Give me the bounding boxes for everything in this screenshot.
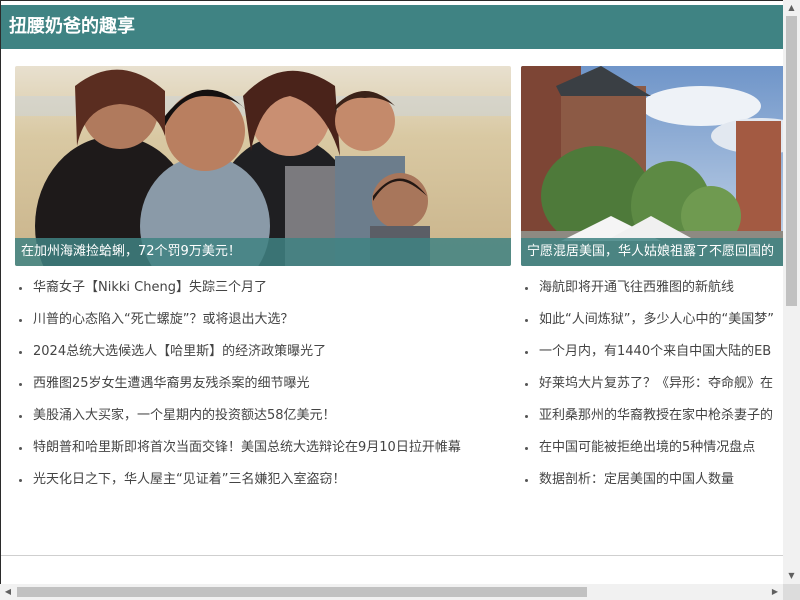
news-list-left: 华裔女子【Nikki Cheng】失踪三个月了 川普的心态陷入“死亡螺旋”？或将…	[17, 278, 517, 502]
list-item[interactable]: 华裔女子【Nikki Cheng】失踪三个月了	[17, 278, 517, 310]
news-list-right: 海航即将开通飞往西雅图的新航线 如此“人间炼狱”，多少人心中的“美国梦” 一个月…	[523, 278, 783, 502]
scrollbar-corner	[783, 584, 800, 600]
list-item[interactable]: 美股涌入大买家，一个星期内的投资额达58亿美元！	[17, 406, 517, 438]
footer-divider	[1, 555, 783, 556]
family-beach-photo	[15, 66, 511, 266]
list-item[interactable]: 亚利桑那州的华裔教授在家中枪杀妻子的	[523, 406, 783, 438]
featured-carousel: 在加州海滩捡蛤蜊，72个罚9万美元！ 宁愿混居美国，华人姑娘祖露了不愿回国的	[15, 66, 783, 266]
bullet-icon	[525, 479, 528, 482]
bullet-icon	[525, 447, 528, 450]
list-item[interactable]: 川普的心态陷入“死亡螺旋”？或将退出大选？	[17, 310, 517, 342]
bullet-icon	[525, 287, 528, 290]
list-item[interactable]: 如此“人间炼狱”，多少人心中的“美国梦”	[523, 310, 783, 342]
card-caption[interactable]: 宁愿混居美国，华人姑娘祖露了不愿回国的	[521, 238, 783, 266]
horizontal-scrollbar[interactable]: ◀ ▶	[0, 584, 783, 600]
list-item[interactable]: 西雅图25岁女生遭遇华裔男友残杀案的细节曝光	[17, 374, 517, 406]
vertical-scrollbar[interactable]: ▲ ▼	[783, 0, 800, 584]
bullet-icon	[19, 415, 22, 418]
scroll-up-icon[interactable]: ▲	[783, 0, 800, 16]
bullet-icon	[525, 383, 528, 386]
scroll-left-icon[interactable]: ◀	[0, 584, 16, 600]
featured-card-1[interactable]: 在加州海滩捡蛤蜊，72个罚9万美元！	[15, 66, 511, 266]
list-item[interactable]: 海航即将开通飞往西雅图的新航线	[523, 278, 783, 310]
list-item[interactable]: 2024总统大选候选人【哈里斯】的经济政策曝光了	[17, 342, 517, 374]
bullet-icon	[19, 383, 22, 386]
featured-card-2[interactable]: 宁愿混居美国，华人姑娘祖露了不愿回国的	[521, 66, 783, 266]
bullet-icon	[19, 287, 22, 290]
scroll-down-icon[interactable]: ▼	[783, 568, 800, 584]
list-item[interactable]: 特朗普和哈里斯即将首次当面交锋！美国总统大选辩论在9月10日拉开帷幕	[17, 438, 517, 470]
bullet-icon	[525, 351, 528, 354]
site-title[interactable]: 扭腰奶爸的趣享	[9, 16, 135, 37]
bullet-icon	[19, 319, 22, 322]
site-header: 扭腰奶爸的趣享	[1, 5, 783, 49]
horizontal-scroll-thumb[interactable]	[17, 587, 587, 597]
list-item[interactable]: 光天化日之下，华人屋主“见证着”三名嫌犯入室盗窃！	[17, 470, 517, 502]
scroll-right-icon[interactable]: ▶	[767, 584, 783, 600]
list-item[interactable]: 一个月内，有1440个来自中国大陆的EB	[523, 342, 783, 374]
list-item[interactable]: 好莱坞大片复苏了？《异形：夺命舰》在	[523, 374, 783, 406]
bullet-icon	[525, 415, 528, 418]
town-street-photo	[521, 66, 783, 266]
bullet-icon	[19, 479, 22, 482]
card-caption[interactable]: 在加州海滩捡蛤蜊，72个罚9万美元！	[15, 238, 511, 266]
bullet-icon	[19, 351, 22, 354]
page-frame: 扭腰奶爸的趣享 在加州海滩捡蛤蜊，72个罚9万美元！ 宁愿混居美国，华人姑娘祖露…	[0, 0, 783, 584]
bullet-icon	[19, 447, 22, 450]
list-item[interactable]: 在中国可能被拒绝出境的5种情况盘点	[523, 438, 783, 470]
vertical-scroll-thumb[interactable]	[786, 16, 797, 306]
list-item[interactable]: 数据剖析：定居美国的中国人数量	[523, 470, 783, 502]
bullet-icon	[525, 319, 528, 322]
